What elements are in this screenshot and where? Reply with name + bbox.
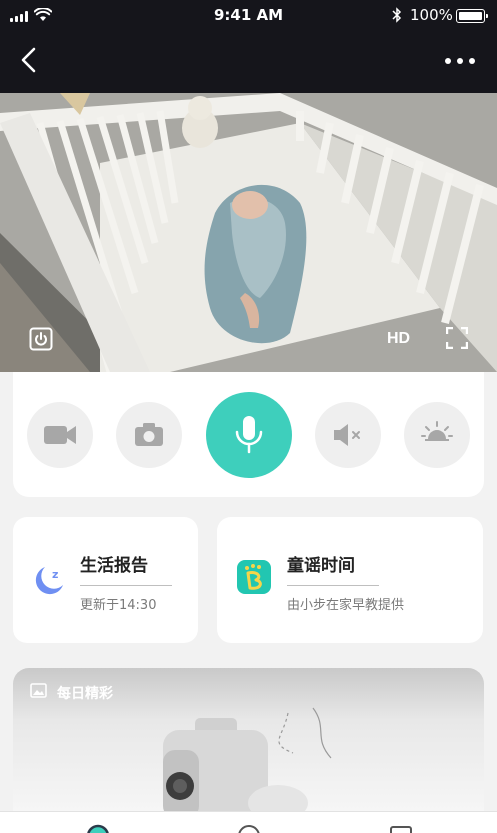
more-dots-icon[interactable] (440, 52, 480, 68)
camera-feed[interactable]: HD (0, 93, 497, 372)
battery-icon (456, 9, 488, 23)
top-bar: 9:41 AM 100% (0, 0, 497, 93)
brightness-icon (421, 421, 453, 441)
rhyme-app-icon (237, 560, 271, 594)
life-report-title: 生活报告 (80, 556, 148, 576)
hd-quality-toggle[interactable]: HD (387, 330, 410, 348)
life-report-card[interactable]: z 生活报告 更新于14:30 (13, 517, 198, 643)
divider (287, 585, 379, 586)
profile-tab-icon[interactable] (389, 824, 413, 833)
svg-text:z: z (52, 568, 58, 581)
power-icon[interactable] (29, 327, 53, 351)
divider (80, 585, 172, 586)
video-record-button[interactable] (27, 402, 93, 468)
snapshot-button[interactable] (116, 402, 182, 468)
mute-button[interactable] (315, 402, 381, 468)
moon-sleep-icon: z (35, 567, 63, 595)
tab-bar (0, 811, 497, 833)
talk-button[interactable] (206, 392, 292, 478)
daily-highlights-card[interactable]: 每日精彩 (13, 668, 484, 818)
discover-tab-icon[interactable] (237, 824, 261, 833)
status-bar: 9:41 AM 100% (0, 0, 497, 32)
camera-icon (135, 423, 163, 446)
nursery-scene-image (0, 93, 497, 372)
speaker-mute-icon (334, 424, 360, 446)
microphone-icon (235, 416, 263, 454)
battery-percent: 100% (410, 6, 453, 24)
chevron-left-icon[interactable] (18, 46, 40, 74)
nursery-rhymes-subtitle: 由小步在家早教提供 (287, 598, 405, 613)
nursery-rhymes-card[interactable]: 童谣时间 由小步在家早教提供 (217, 517, 483, 643)
nursery-rhymes-title: 童谣时间 (287, 556, 355, 576)
home-tab-icon[interactable] (86, 824, 110, 833)
bluetooth-icon (392, 7, 402, 23)
controls-card (13, 372, 484, 497)
night-light-button[interactable] (404, 402, 470, 468)
video-record-icon (44, 426, 76, 444)
camera-device-illustration (163, 707, 332, 818)
fullscreen-icon[interactable] (446, 327, 468, 349)
life-report-subtitle: 更新于14:30 (80, 598, 157, 613)
